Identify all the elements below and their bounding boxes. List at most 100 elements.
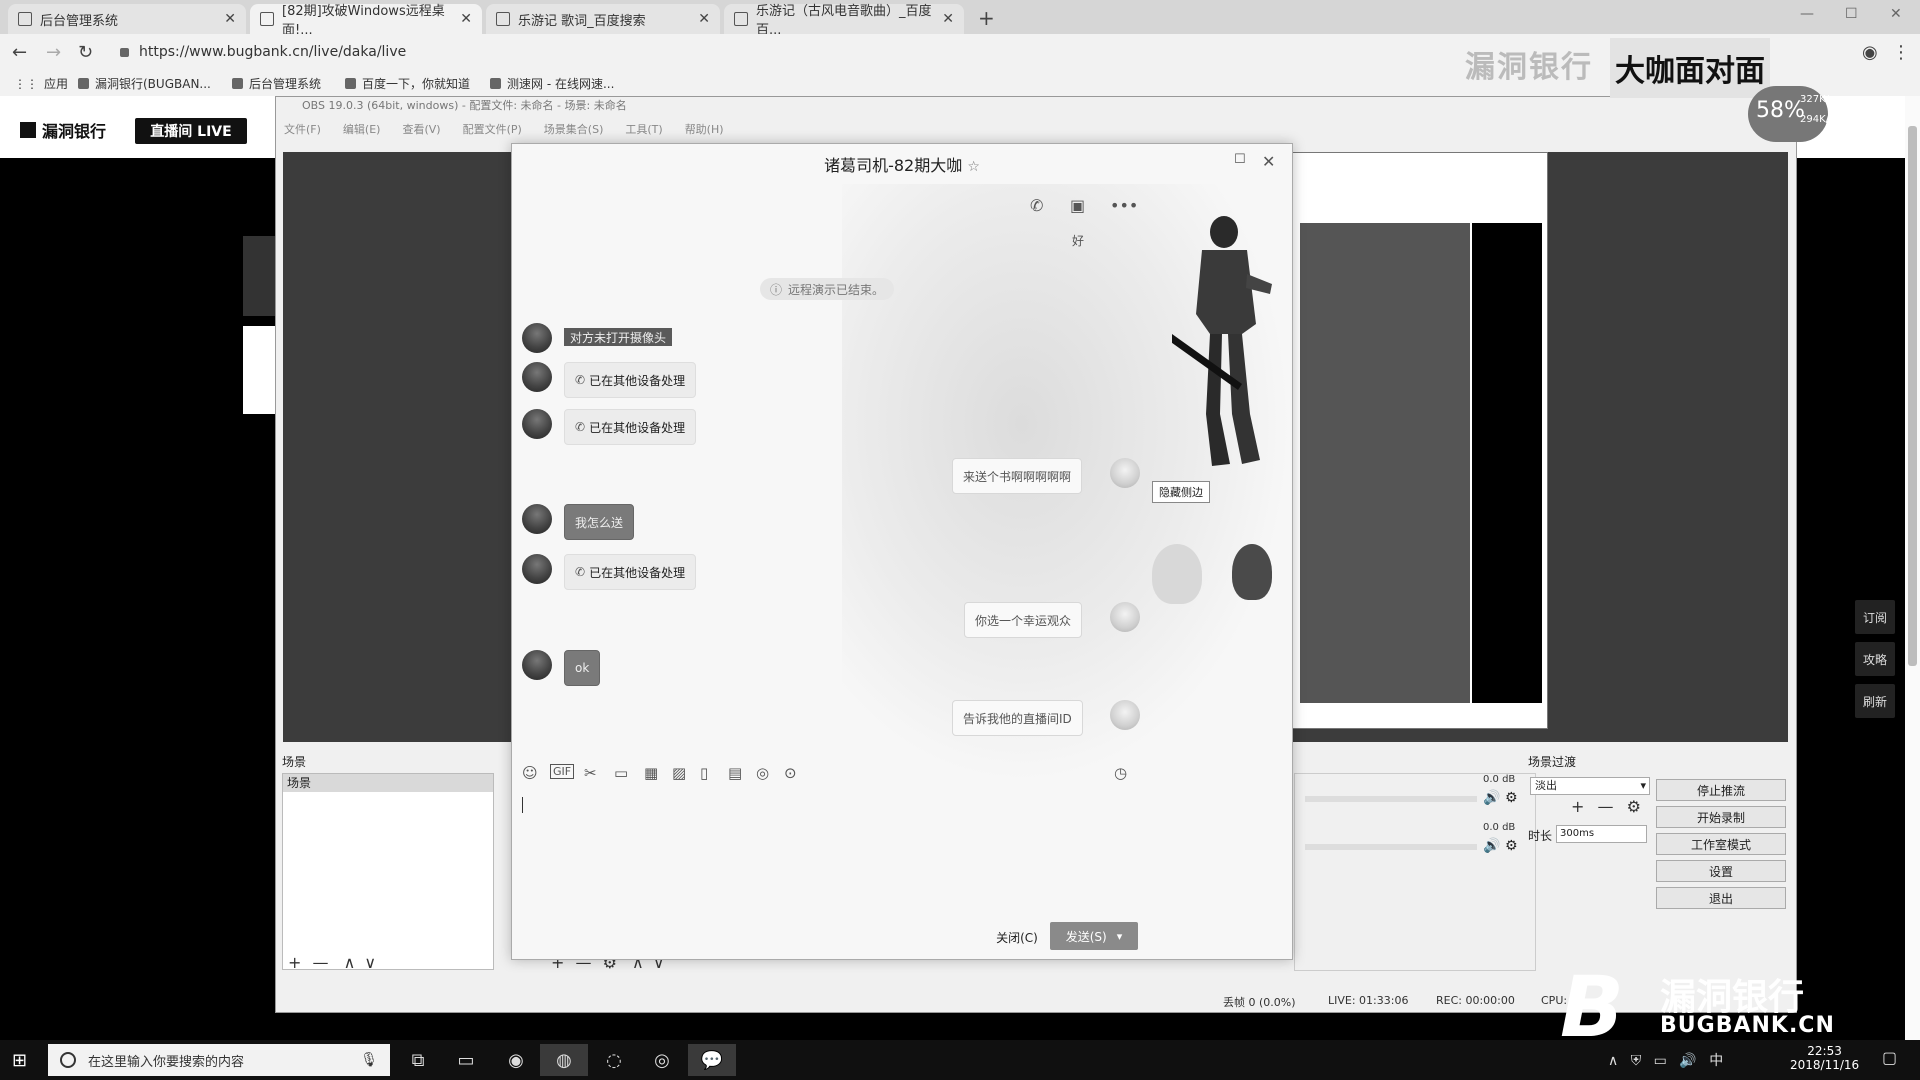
duration-input[interactable]: 300ms [1556,825,1647,843]
add-icon[interactable]: + [1571,797,1584,816]
star-icon[interactable]: ☆ [967,159,980,175]
close-icon[interactable]: ✕ [1262,152,1275,171]
live-room-button[interactable]: 直播间 LIVE [135,118,247,144]
document-icon[interactable]: ▤ [728,764,742,782]
menu-edit[interactable]: 编辑(E) [343,121,381,137]
task-view-icon[interactable]: ⧉ [394,1044,442,1076]
gear-icon[interactable]: ⚙ [1505,838,1518,854]
avatar[interactable] [522,323,552,353]
exit-button[interactable]: 退出 [1656,887,1786,909]
taskbar-search[interactable]: 在这里输入你要搜索的内容 🎙 [48,1044,390,1076]
add-icon[interactable]: + [288,953,301,972]
back-icon[interactable]: ← [12,42,27,63]
close-icon[interactable]: ✕ [224,11,236,27]
send-button[interactable]: 发送(S) ▾ [1050,922,1138,950]
window-close-icon[interactable]: ✕ [1890,6,1902,22]
bookmark-apps[interactable]: ⋮⋮ 应用 [14,75,68,92]
ime-indicator[interactable]: 中 [1709,1053,1723,1069]
gif-icon[interactable]: GIF [550,764,575,779]
profile-icon[interactable]: ◉ [1862,42,1878,63]
volume-slider[interactable] [1305,796,1477,802]
avatar[interactable] [522,650,552,680]
history-icon[interactable]: ◷ [1114,764,1127,782]
tab-admin[interactable]: 后台管理系统 ✕ [8,4,246,34]
menu-view[interactable]: 查看(V) [402,121,440,137]
down-icon[interactable]: ∨ [364,953,376,972]
forward-icon[interactable]: → [46,42,61,63]
video-icon[interactable]: ▣ [1070,196,1085,215]
menu-help[interactable]: 帮助(H) [685,121,724,137]
image-icon[interactable]: ▨ [672,764,686,782]
reload-icon[interactable]: ↻ [78,42,93,63]
up-icon[interactable]: ∧ [344,953,356,972]
subscribe-button[interactable]: 订阅 [1855,600,1895,634]
wechat-icon[interactable]: 💬 [688,1044,736,1076]
tab-lyrics[interactable]: 乐游记 歌词_百度搜索 ✕ [486,4,720,34]
site-logo[interactable]: 漏洞银行 [20,118,106,142]
bookmark-baidu[interactable]: 百度一下，你就知道 [345,75,470,92]
phone-shake-icon[interactable]: ▯ [700,764,708,782]
menu-file[interactable]: 文件(F) [284,121,321,137]
menu-tools[interactable]: 工具(T) [625,121,662,137]
avatar[interactable] [1110,458,1140,488]
close-icon[interactable]: ✕ [942,11,954,27]
chevron-up-icon[interactable]: ∧ [1608,1053,1618,1069]
avatar[interactable] [522,362,552,392]
apps-grid-icon[interactable]: ▦ [644,764,658,782]
new-tab-icon[interactable]: + [978,6,995,30]
scissors-icon[interactable]: ✂ [584,764,597,782]
emoji-icon[interactable]: ☺ [522,764,538,782]
studio-mode-button[interactable]: 工作室模式 [1656,833,1786,855]
network-icon[interactable]: ▭ [1654,1053,1667,1069]
close-button[interactable]: 关闭(C) [982,924,1052,950]
gear-icon[interactable]: ⚙ [1505,790,1518,806]
chrome-icon[interactable]: ◉ [492,1044,540,1076]
more-icon[interactable]: ••• [1110,196,1138,215]
transition-select[interactable]: 淡出 ▾ [1530,777,1650,795]
microphone-icon[interactable]: 🎙 [360,1052,378,1068]
bookmark-admin[interactable]: 后台管理系统 [232,75,321,92]
menu-profile[interactable]: 配置文件(P) [463,121,522,137]
address-bar[interactable]: https://www.bugbank.cn/live/daka/live [120,38,1450,66]
remove-icon[interactable]: — [313,953,329,972]
scene-item[interactable]: 场景 [283,774,493,792]
obs-studio-icon[interactable]: ◌ [590,1044,638,1076]
avatar[interactable] [522,409,552,439]
folder-icon[interactable]: ▭ [614,764,628,782]
chevron-down-icon[interactable]: ▾ [1117,930,1123,943]
avatar[interactable] [522,554,552,584]
shield-icon[interactable]: ⛨ [1631,1053,1642,1069]
taskbar-clock[interactable]: 22:53 2018/11/16 [1790,1044,1859,1072]
guide-button[interactable]: 攻略 [1855,642,1895,676]
avatar[interactable] [1110,602,1140,632]
bookmark-speedtest[interactable]: 测速网 - 在线网速... [490,75,614,92]
speaker-icon[interactable]: 🔊 [1483,790,1500,806]
message-input[interactable] [518,789,1284,919]
scroll-thumb[interactable] [1908,126,1917,666]
speaker-icon[interactable]: 🔊 [1483,838,1500,854]
maximize-icon[interactable]: ☐ [1234,152,1246,167]
phone-icon[interactable]: ✆ [1030,196,1043,215]
maximize-icon[interactable]: ☐ [1845,6,1858,22]
avatar[interactable] [522,504,552,534]
bookmark-bugbank[interactable]: 漏洞银行(BUGBAN... [78,75,211,92]
page-scrollbar[interactable] [1905,96,1920,1040]
start-recording-button[interactable]: 开始录制 [1656,806,1786,828]
minimize-icon[interactable]: — [1800,6,1814,22]
close-icon[interactable]: ✕ [460,11,472,27]
menu-scene-collection[interactable]: 场景集合(S) [544,121,604,137]
volume-slider[interactable] [1305,844,1477,850]
notification-icon[interactable]: ▢ [1882,1048,1897,1067]
netease-music-icon[interactable]: ◎ [638,1044,686,1076]
gear-icon[interactable]: ⚙ [1627,797,1641,816]
remove-icon[interactable]: — [1598,797,1614,816]
refresh-button[interactable]: 刷新 [1855,684,1895,718]
stop-streaming-button[interactable]: 停止推流 [1656,779,1786,801]
windows-start-icon[interactable]: ⊞ [12,1050,27,1071]
tab-baike[interactable]: 乐游记（古风电音歌曲）_百度百... ✕ [724,4,964,38]
settings-button[interactable]: 设置 [1656,860,1786,882]
tab-article[interactable]: [82期]攻破Windows远程桌面!... ✕ [250,4,482,38]
more-circle-icon[interactable]: ⊙ [784,764,797,782]
menu-icon[interactable]: ⋮ [1892,42,1910,63]
obs-icon[interactable]: ◍ [540,1044,588,1076]
